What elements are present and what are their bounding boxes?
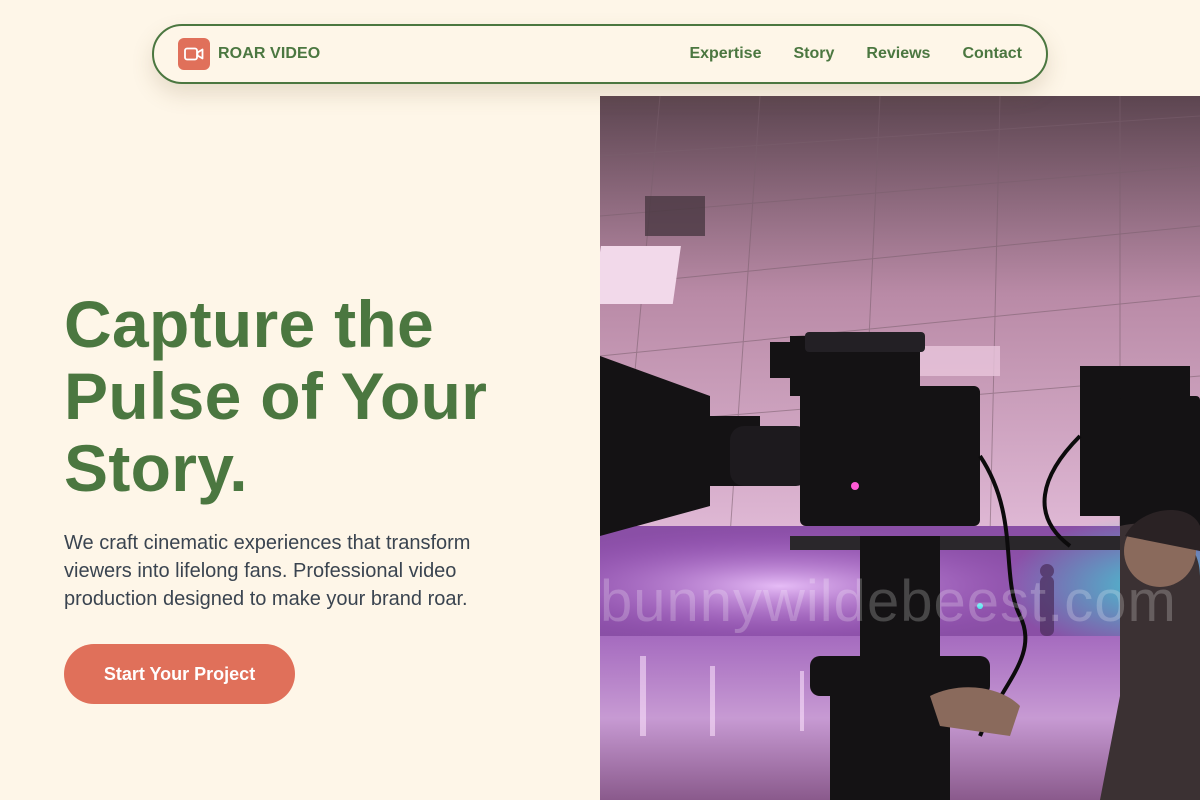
hero-title-line: Capture the — [64, 287, 435, 361]
hero-image: bunnywildebeest.com — [600, 96, 1200, 800]
nav-link-contact[interactable]: Contact — [962, 45, 1022, 63]
nav-link-story[interactable]: Story — [793, 45, 834, 63]
brand[interactable]: ROAR VIDEO — [178, 38, 320, 70]
nav-link-expertise[interactable]: Expertise — [689, 45, 761, 63]
image-watermark: bunnywildebeest.com — [600, 569, 1177, 634]
hero-title-line: Story. — [64, 431, 248, 505]
hero-title: Capture the Pulse of Your Story. — [64, 288, 584, 504]
brand-name: ROAR VIDEO — [218, 45, 321, 62]
hero-title-line: Pulse of Your — [64, 359, 488, 433]
video-camera-icon — [178, 38, 210, 70]
start-project-button[interactable]: Start Your Project — [64, 644, 295, 704]
top-nav: ROAR VIDEO Expertise Story Reviews Conta… — [152, 24, 1048, 84]
nav-links: Expertise Story Reviews Contact — [689, 45, 1022, 63]
nav-link-reviews[interactable]: Reviews — [866, 45, 930, 63]
landing-page: ROAR VIDEO Expertise Story Reviews Conta… — [0, 0, 1200, 800]
hero-subtitle: We craft cinematic experiences that tran… — [64, 532, 471, 610]
